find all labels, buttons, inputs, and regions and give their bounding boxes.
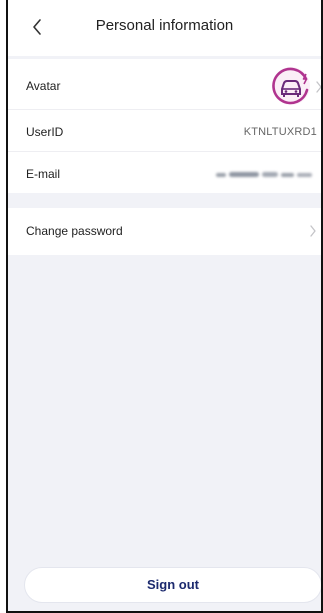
change-password-row[interactable]: Change password (8, 208, 321, 255)
sign-out-button[interactable]: Sign out (24, 567, 321, 603)
userid-value: KTNLTUXRD1 (243, 126, 317, 138)
avatar-label: Avatar (26, 79, 61, 93)
email-value-redacted (216, 172, 312, 177)
avatar[interactable] (270, 65, 312, 107)
chevron-right-icon (308, 224, 318, 238)
phone-screen: Personal information Avatar UserID KTNLT… (6, 0, 323, 613)
page-title: Personal information (95, 17, 234, 34)
car-charging-icon (272, 67, 310, 105)
userid-row: UserID KTNLTUXRD1 (8, 110, 321, 151)
email-label: E-mail (26, 167, 61, 181)
top-bar: Personal information (8, 0, 321, 56)
userid-label: UserID (26, 125, 64, 139)
chevron-right-icon (314, 80, 321, 94)
change-password-label: Change password (26, 224, 123, 238)
security-section: Change password (8, 208, 321, 255)
